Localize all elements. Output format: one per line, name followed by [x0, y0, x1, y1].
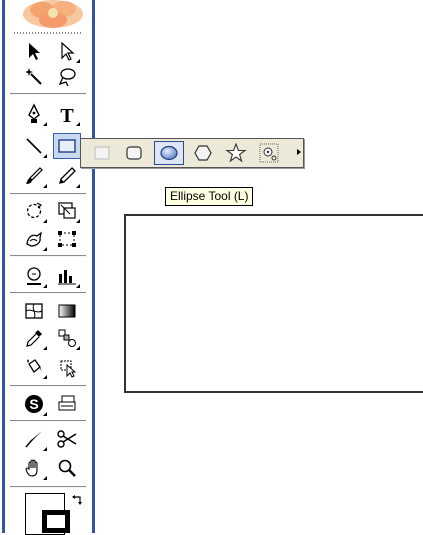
pencil-icon — [59, 167, 76, 184]
flyout-rectangle-tool[interactable] — [87, 141, 117, 165]
live-paint-selection-icon — [60, 360, 77, 378]
hand-tool[interactable] — [20, 455, 48, 481]
rounded-rectangle-icon — [126, 146, 142, 160]
lasso-tool[interactable] — [53, 64, 81, 90]
rotate-tool[interactable] — [20, 198, 48, 224]
selection-tool[interactable] — [20, 38, 48, 64]
white-arrow-icon — [61, 41, 75, 61]
toolbox-separator — [10, 292, 86, 294]
free-transform-tool[interactable] — [53, 226, 81, 252]
flare-icon — [259, 143, 279, 163]
toolbox-separator — [10, 420, 86, 422]
flower-logo-icon — [23, 0, 83, 28]
scale-tool[interactable] — [53, 198, 81, 224]
magic-wand-icon — [25, 68, 42, 85]
type-t-icon: T — [60, 105, 74, 125]
star-icon — [225, 143, 247, 163]
drawn-rectangle[interactable] — [124, 214, 423, 393]
rectangle-tool[interactable] — [53, 133, 81, 159]
print-tiling-tool[interactable] — [53, 391, 81, 417]
toolbox-right-edge — [92, 0, 95, 533]
hand-icon — [25, 459, 38, 477]
flyout-tearoff-arrow-icon[interactable] — [297, 149, 301, 155]
line-segment-tool[interactable] — [20, 133, 48, 159]
eyedropper-tool[interactable] — [20, 325, 48, 351]
rectangle-icon — [94, 146, 110, 160]
rectangle-icon — [58, 139, 76, 153]
flyout-ellipse-tool[interactable] — [154, 141, 184, 165]
slice-tool[interactable]: S — [20, 391, 48, 417]
flyout-polygon-tool[interactable] — [188, 141, 218, 165]
mesh-tool[interactable] — [20, 298, 48, 324]
type-tool[interactable]: T — [53, 101, 81, 127]
knife-icon — [25, 431, 42, 448]
stroke-color-swatch[interactable] — [42, 510, 70, 533]
toolbox-separator — [10, 193, 86, 195]
shape-tools-flyout — [80, 138, 304, 168]
toolbox-separator — [10, 255, 86, 257]
lasso-icon — [58, 68, 76, 87]
flyout-star-tool[interactable] — [221, 141, 251, 165]
flyout-flare-tool[interactable] — [254, 141, 284, 165]
svg-text:T: T — [60, 105, 74, 125]
mesh-icon — [25, 303, 43, 319]
pen-nib-icon — [28, 103, 40, 123]
paintbrush-tool[interactable] — [20, 163, 48, 189]
live-paint-bucket-tool[interactable] — [20, 354, 48, 380]
print-tiling-icon — [58, 395, 76, 411]
symbol-sprayer-icon — [27, 267, 41, 285]
column-graph-tool[interactable] — [53, 263, 81, 289]
toolbox-separator — [10, 385, 86, 387]
scissors-tool[interactable] — [53, 426, 81, 452]
svg-text:S: S — [29, 396, 38, 412]
line-segment-icon — [26, 138, 42, 154]
warp-hand-icon — [26, 231, 42, 247]
toolbox-grip[interactable] — [14, 32, 82, 34]
blend-icon — [58, 329, 76, 347]
black-arrow-icon — [29, 43, 40, 60]
paintbrush-icon — [26, 167, 43, 184]
free-transform-icon — [58, 231, 76, 247]
symbol-sprayer-tool[interactable] — [20, 263, 48, 289]
eyedropper-icon — [26, 330, 42, 347]
hexagon-icon — [194, 145, 212, 161]
toolbox-panel: T S — [0, 0, 95, 535]
magic-wand-tool[interactable] — [20, 64, 48, 90]
pen-tool[interactable] — [20, 101, 48, 127]
blend-tool[interactable] — [53, 325, 81, 351]
ellipse-icon — [160, 145, 178, 161]
bar-graph-icon — [58, 270, 76, 285]
paint-bucket-icon — [27, 359, 42, 373]
zoom-tool[interactable] — [53, 455, 81, 481]
scissors-icon — [57, 430, 77, 448]
gradient-tool[interactable] — [53, 298, 81, 324]
flyout-rounded-rectangle-tool[interactable] — [119, 141, 149, 165]
scale-icon — [58, 202, 76, 219]
gradient-icon — [58, 304, 76, 318]
direct-selection-tool[interactable] — [53, 38, 81, 64]
pencil-tool[interactable] — [53, 163, 81, 189]
eraser-knife-tool[interactable] — [20, 426, 48, 452]
warp-tool[interactable] — [20, 226, 48, 252]
toolbox-left-edge — [2, 0, 5, 533]
toolbox-separator — [10, 486, 86, 488]
swap-fill-stroke-icon[interactable] — [70, 494, 84, 508]
tool-tooltip: Ellipse Tool (L) — [165, 187, 254, 206]
live-paint-selection-tool[interactable] — [53, 354, 81, 380]
slice-s-icon: S — [25, 395, 43, 413]
magnifier-icon — [58, 459, 76, 477]
toolbox-separator — [10, 93, 86, 95]
rotate-icon — [26, 202, 43, 219]
